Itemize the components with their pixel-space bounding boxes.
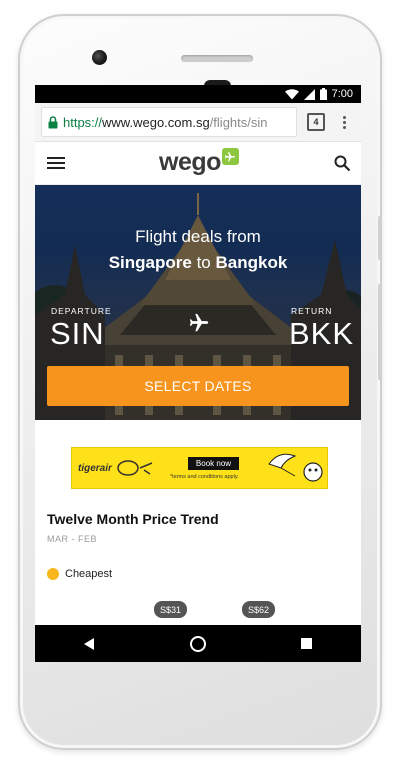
wifi-icon (284, 88, 299, 99)
front-camera (92, 50, 107, 65)
recents-square-icon[interactable] (287, 637, 327, 650)
airplane-icon (189, 313, 209, 332)
trend-title: Twelve Month Price Trend (47, 511, 219, 527)
departure-code[interactable]: SIN (50, 316, 105, 352)
departure-label: DEPARTURE (51, 306, 112, 316)
status-time: 7:00 (331, 88, 353, 100)
back-triangle-icon[interactable] (69, 637, 109, 651)
browser-toolbar: https://www.wego.com.sg/flights/sin 4 (35, 103, 361, 142)
browser-menu-button[interactable] (333, 115, 355, 129)
hero-banner: Flight deals from Singapore to Bangkok D… (35, 185, 361, 420)
price-tag[interactable]: S$31 (154, 601, 188, 618)
return-label: RETURN (291, 306, 333, 316)
home-circle-icon[interactable] (178, 635, 218, 653)
status-bar: 7:00 (35, 85, 361, 103)
url-field[interactable]: https://www.wego.com.sg/flights/sin (41, 107, 297, 137)
ad-terms: *terms and conditions apply. (170, 474, 239, 480)
hero-title: Flight deals from (135, 227, 261, 246)
cheapest-dot (47, 568, 59, 580)
logo-text: wego (159, 148, 221, 176)
destination-city: Bangkok (215, 253, 288, 272)
select-dates-button[interactable]: SELECT DATES (47, 366, 349, 406)
route-connector: to (196, 253, 211, 272)
return-code[interactable]: BKK (289, 316, 354, 352)
hamburger-icon[interactable] (47, 157, 65, 169)
lock-icon (48, 115, 58, 128)
url-domain: www.wego.com.sg (102, 114, 210, 130)
tab-switcher-button[interactable]: 4 (307, 113, 325, 131)
wego-logo[interactable]: wego (159, 147, 239, 177)
ad-book-now-button[interactable]: Book now (187, 456, 240, 470)
phone-screen: 7:00 https://www.wego.com.sg/flights/sin… (35, 85, 361, 662)
url-protocol: https:// (63, 114, 103, 130)
trend-legend: Cheapest (47, 568, 112, 580)
earpiece-speaker (181, 55, 253, 62)
ad-plane-icon (117, 460, 153, 476)
battery-icon (319, 88, 327, 100)
url-path: /flights/sin (209, 114, 268, 130)
legend-label: Cheapest (65, 568, 113, 580)
price-tag[interactable]: S$62 (242, 601, 276, 618)
hero-route: Singapore to Bangkok (35, 253, 361, 273)
signal-icon (303, 88, 315, 100)
volume-button (378, 284, 382, 380)
power-button (378, 216, 382, 260)
ad-banner[interactable]: tigerair Book now *terms and conditions … (71, 447, 328, 489)
search-icon[interactable] (334, 155, 351, 172)
ad-skydiver-illustration (268, 453, 323, 482)
ad-brand-logo: tigerair (78, 462, 112, 474)
site-header: wego (35, 142, 361, 185)
trend-range: MAR - FEB (47, 534, 98, 544)
android-nav-bar (35, 625, 361, 662)
logo-plane-icon (221, 148, 239, 165)
origin-city: Singapore (108, 253, 192, 272)
